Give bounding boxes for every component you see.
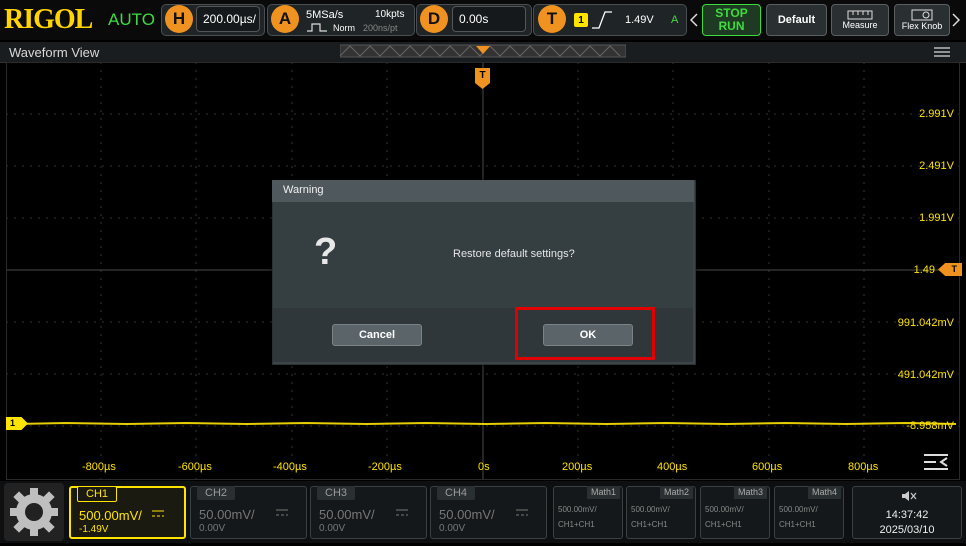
settings-button[interactable]	[4, 483, 64, 541]
time-label: 600µs	[752, 461, 783, 473]
chevron-right-icon[interactable]	[952, 13, 960, 27]
trigger-position-marker[interactable]: T	[475, 68, 490, 83]
ch3-tab: CH3	[317, 486, 356, 500]
run-label: RUN	[718, 19, 745, 33]
ch3-scale: 50.00mV/	[319, 507, 375, 522]
math1-scale: 500.00mV/	[558, 505, 597, 514]
speaker-muted-icon[interactable]	[901, 490, 917, 502]
dialog-message: Restore default settings?	[453, 248, 575, 260]
run-mode-indicator: AUTO	[108, 10, 155, 29]
dialog-title: Warning	[283, 184, 324, 196]
ch2-scale: 50.00mV/	[199, 507, 255, 522]
memory-depth: 10kpts	[375, 9, 405, 20]
dialog-header	[272, 180, 694, 202]
trigger-source-badge: 1	[574, 13, 588, 27]
math4-tab: Math4	[807, 486, 841, 499]
points-time: 200ns/pt	[363, 23, 398, 33]
level-label: 2.991V	[919, 108, 954, 120]
dc-coupling-icon	[516, 509, 528, 516]
ruler-icon	[847, 10, 873, 20]
question-icon: ?	[314, 231, 338, 273]
delay-value[interactable]: 0.00s	[452, 6, 526, 32]
ch2-tab: CH2	[197, 486, 236, 500]
default-button[interactable]: Default	[766, 4, 827, 36]
ch4-tab: CH4	[437, 486, 476, 500]
math3-scale: 500.00mV/	[705, 505, 744, 514]
level-label: -8.958mV	[906, 420, 954, 432]
time-label: -600µs	[178, 461, 212, 473]
ch2-offset: 0.00V	[199, 523, 226, 534]
ch2-panel[interactable]: CH2 50.00mV/ 0.00V	[190, 486, 307, 539]
dc-coupling-icon	[396, 509, 408, 516]
time-label: 800µs	[848, 461, 879, 473]
time-label: 400µs	[657, 461, 688, 473]
delay-key-icon[interactable]: D	[420, 5, 448, 33]
ch1-offset: -1.49V	[79, 524, 109, 535]
math1-tab: Math1	[586, 486, 620, 499]
sample-rate: 5MSa/s	[306, 9, 344, 21]
math3-expression: CH1+CH1	[705, 520, 742, 529]
default-label: Default	[777, 14, 816, 26]
dc-coupling-icon	[276, 509, 288, 516]
ch1-panel[interactable]: CH1 500.00mV/ -1.49V	[69, 486, 186, 539]
math2-panel[interactable]: Math2 500.00mV/ CH1+CH1	[626, 486, 696, 539]
collapse-panel-icon[interactable]	[922, 452, 950, 472]
trigger-key-icon[interactable]: T	[538, 5, 566, 33]
trigger-status: A	[671, 14, 679, 26]
math3-tab: Math3	[733, 486, 767, 499]
math4-scale: 500.00mV/	[779, 505, 818, 514]
math3-panel[interactable]: Math3 500.00mV/ CH1+CH1	[700, 486, 770, 539]
level-label: 991.042mV	[897, 317, 954, 329]
horizontal-key-icon[interactable]: H	[165, 5, 193, 33]
chevron-left-icon[interactable]	[690, 13, 698, 27]
status-panel[interactable]: 14:37:42 2025/03/10	[852, 486, 962, 539]
waveform-view-title: Waveform View	[9, 45, 100, 60]
gear-icon	[10, 488, 58, 536]
dc-coupling-icon	[152, 510, 164, 517]
time-label: -200µs	[368, 461, 402, 473]
pulse-mode-icon	[307, 23, 327, 32]
time-label: 0s	[478, 461, 490, 473]
time-label: 200µs	[562, 461, 593, 473]
level-label: 1.991V	[919, 212, 954, 224]
ch1-scale: 500.00mV/	[79, 508, 142, 523]
trigger-level: 1.49V	[625, 14, 654, 26]
memory-position-bar[interactable]	[340, 44, 626, 58]
ch4-offset: 0.00V	[439, 523, 466, 534]
cancel-button[interactable]: Cancel	[332, 324, 422, 346]
ok-highlight-box	[515, 307, 655, 360]
flex-knob-button[interactable]: Flex Knob	[894, 4, 950, 36]
math1-expression: CH1+CH1	[558, 520, 595, 529]
rising-edge-icon	[592, 11, 612, 29]
acquire-mode: Norm	[333, 23, 355, 33]
acquire-key-icon[interactable]: A	[271, 5, 299, 33]
flex-knob-label: Flex Knob	[901, 21, 943, 31]
flex-knob-icon	[911, 9, 933, 21]
level-label: 1.49	[913, 264, 935, 276]
time-label: -800µs	[82, 461, 116, 473]
clock-time: 14:37:42	[885, 509, 929, 521]
math2-scale: 500.00mV/	[631, 505, 670, 514]
math4-panel[interactable]: Math4 500.00mV/ CH1+CH1	[774, 486, 844, 539]
measure-label: Measure	[842, 20, 878, 30]
brand-logo: RIGOL	[4, 4, 93, 35]
math1-panel[interactable]: Math1 500.00mV/ CH1+CH1	[553, 486, 623, 539]
ch1-tab: CH1	[77, 486, 118, 502]
stop-run-button[interactable]: STOP RUN	[702, 4, 761, 36]
level-label: 2.491V	[919, 160, 954, 172]
hamburger-menu-icon[interactable]	[934, 47, 950, 57]
ch3-panel[interactable]: CH3 50.00mV/ 0.00V	[310, 486, 427, 539]
measure-button[interactable]: Measure	[831, 4, 889, 36]
timebase-value[interactable]: 200.00µs/	[196, 6, 260, 32]
math4-expression: CH1+CH1	[779, 520, 816, 529]
clock-date: 2025/03/10	[879, 524, 935, 536]
ch3-offset: 0.00V	[319, 523, 346, 534]
level-label: 491.042mV	[897, 369, 954, 381]
trigger-marker-arrow-icon	[475, 83, 490, 89]
math2-expression: CH1+CH1	[631, 520, 668, 529]
ch4-scale: 50.00mV/	[439, 507, 495, 522]
ch4-panel[interactable]: CH4 50.00mV/ 0.00V	[430, 486, 547, 539]
time-label: -400µs	[273, 461, 307, 473]
math2-tab: Math2	[659, 486, 693, 499]
